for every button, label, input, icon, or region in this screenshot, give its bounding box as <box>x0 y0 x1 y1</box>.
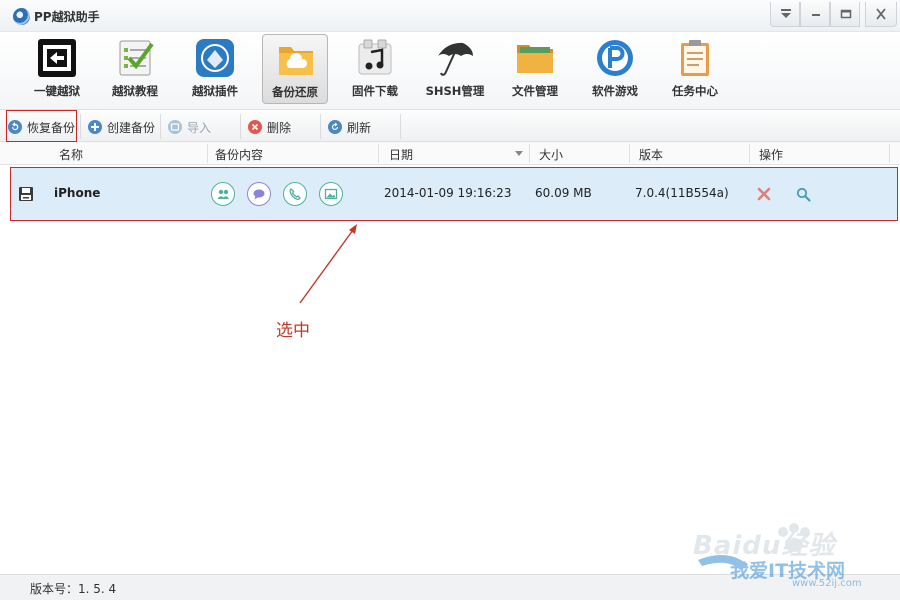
watermark: Baidu经验 我爱IT技术网 www.52ij.com <box>688 520 893 592</box>
annotation-arrow <box>299 224 357 304</box>
watermark-text: www.52ij.com <box>792 578 862 589</box>
annotation-label: 选中 <box>276 321 310 341</box>
version-label: 版本号：1. 5. 4 <box>30 582 117 596</box>
